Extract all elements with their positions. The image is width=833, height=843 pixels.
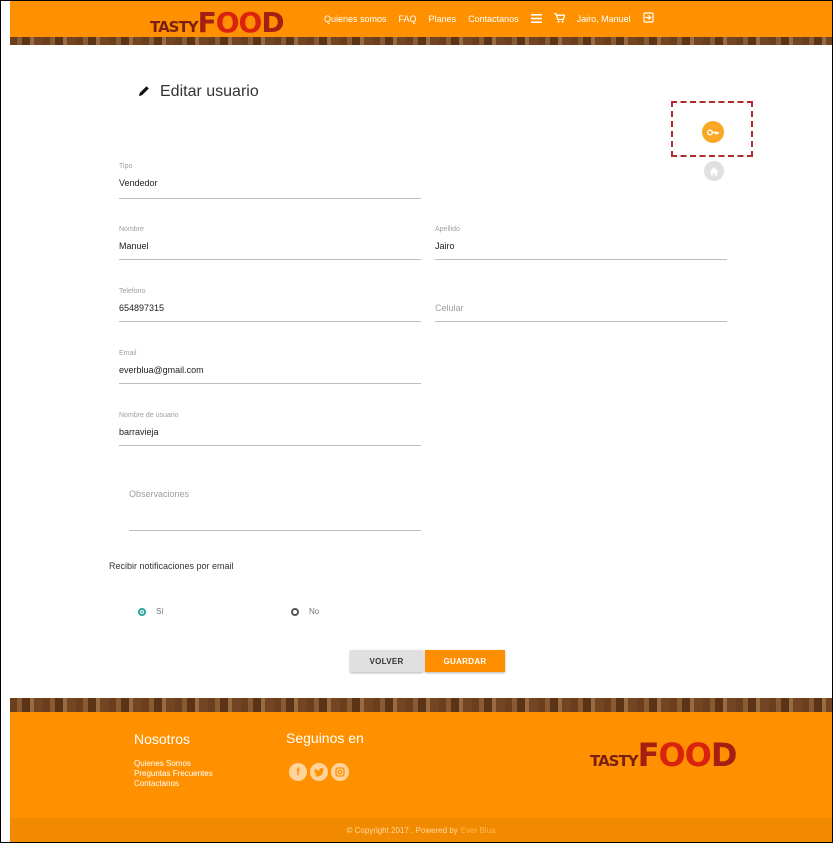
footer-logo-f: F: [637, 736, 660, 774]
radio-si-label: Sí: [156, 607, 164, 616]
email-underline: [119, 383, 421, 384]
logo-oo: OO: [215, 6, 263, 39]
observaciones-field[interactable]: Observaciones: [129, 489, 421, 531]
footer-logo: TASTYFOOD: [590, 736, 738, 774]
page-title: Editar usuario: [160, 83, 259, 100]
usuario-field[interactable]: Nombre de usuario barravieja: [119, 412, 421, 446]
radio-no-indicator: [291, 607, 299, 616]
user-name[interactable]: Jairo, Manuel: [577, 14, 631, 24]
main-nav: Quienes somos FAQ Planes Contactanos Jai…: [324, 1, 666, 37]
logo-d: D: [261, 6, 284, 39]
apellido-value: Jairo: [435, 241, 455, 251]
powered-link[interactable]: Ever Blua: [461, 826, 496, 835]
tipo-value: Vendedor: [119, 178, 158, 188]
radio-no[interactable]: No: [291, 607, 319, 616]
celular-placeholder: Celular: [435, 303, 464, 313]
observaciones-underline: [129, 530, 421, 531]
header-logo[interactable]: TASTYFOOD: [150, 6, 285, 39]
nombre-value: Manuel: [119, 241, 149, 251]
nombre-underline: [119, 259, 421, 260]
footer-logo-tasty: TASTY: [590, 752, 639, 770]
apellido-underline: [435, 259, 727, 260]
notificaciones-label: Recibir notificaciones por email: [109, 561, 234, 571]
usuario-value: barravieja: [119, 427, 159, 437]
footer-wood-strip: [10, 698, 832, 712]
apellido-label: Apellido: [435, 226, 460, 233]
left-edge: [1, 1, 10, 842]
footer-logo-d: D: [710, 736, 738, 774]
observaciones-placeholder: Observaciones: [129, 489, 190, 499]
header-wood-strip: [10, 37, 832, 45]
email-label: Email: [119, 350, 137, 357]
footer: Nosotros Quienes Somos Preguntas Frecuen…: [10, 712, 832, 818]
footer-link-contactanos[interactable]: Contactanos: [134, 779, 213, 789]
celular-field[interactable]: Celular: [435, 288, 727, 322]
copyright-text: © Copyright 2017 . Powered by: [346, 825, 458, 835]
usuario-underline: [119, 445, 421, 446]
cart-icon[interactable]: [553, 12, 566, 26]
nav-faq[interactable]: FAQ: [399, 14, 417, 24]
instagram-icon[interactable]: [331, 763, 349, 781]
pencil-icon: [138, 84, 150, 101]
logout-icon[interactable]: [643, 12, 654, 26]
nav-quienes-somos[interactable]: Quienes somos: [324, 14, 387, 24]
volver-button[interactable]: VOLVER: [350, 650, 423, 672]
page-title-row: Editar usuario: [138, 83, 259, 101]
home-button[interactable]: [704, 161, 724, 181]
footer-link-faq[interactable]: Preguntas Frecuentes: [134, 769, 213, 779]
footer-links: Quienes Somos Preguntas Frecuentes Conta…: [134, 759, 213, 789]
top-bar: TASTYFOOD Quienes somos FAQ Planes Conta…: [10, 1, 832, 37]
telefono-field[interactable]: Telefono 654897315: [119, 288, 421, 322]
highlight-box: [671, 101, 753, 157]
footer-seguinos-title: Seguinos en: [286, 730, 364, 746]
apellido-field[interactable]: Apellido Jairo: [435, 226, 727, 260]
telefono-label: Telefono: [119, 288, 146, 295]
logo-tasty: TASTY: [150, 18, 199, 36]
footer-logo-oo: OO: [658, 736, 711, 774]
nav-contactanos[interactable]: Contactanos: [468, 14, 519, 24]
nombre-label: Nombre: [119, 226, 144, 233]
footer-nosotros-title: Nosotros: [134, 731, 191, 747]
twitter-icon[interactable]: [310, 763, 328, 781]
page-frame: TASTYFOOD Quienes somos FAQ Planes Conta…: [0, 0, 833, 843]
logo-f: F: [197, 6, 217, 39]
nombre-field[interactable]: Nombre Manuel: [119, 226, 421, 260]
telefono-value: 654897315: [119, 303, 165, 313]
tipo-underline: [119, 198, 421, 199]
telefono-underline: [119, 321, 421, 322]
copyright-bar: © Copyright 2017 . Powered by Ever Blua: [10, 818, 832, 842]
tipo-label: Tipo: [119, 163, 133, 170]
nav-planes[interactable]: Planes: [429, 14, 457, 24]
usuario-label: Nombre de usuario: [119, 412, 179, 419]
home-icon: [709, 167, 719, 175]
guardar-button[interactable]: GUARDAR: [425, 650, 505, 672]
email-value: everblua@gmail.com: [119, 365, 204, 375]
radio-no-label: No: [309, 607, 320, 616]
celular-underline: [435, 321, 727, 322]
footer-link-quienes[interactable]: Quienes Somos: [134, 759, 213, 769]
email-field[interactable]: Email everblua@gmail.com: [119, 350, 421, 384]
menu-icon[interactable]: [530, 12, 542, 26]
radio-si-indicator: [138, 607, 146, 616]
tipo-field[interactable]: Tipo Vendedor: [119, 163, 421, 199]
facebook-icon[interactable]: f: [289, 763, 307, 781]
radio-si[interactable]: Sí: [138, 607, 164, 616]
